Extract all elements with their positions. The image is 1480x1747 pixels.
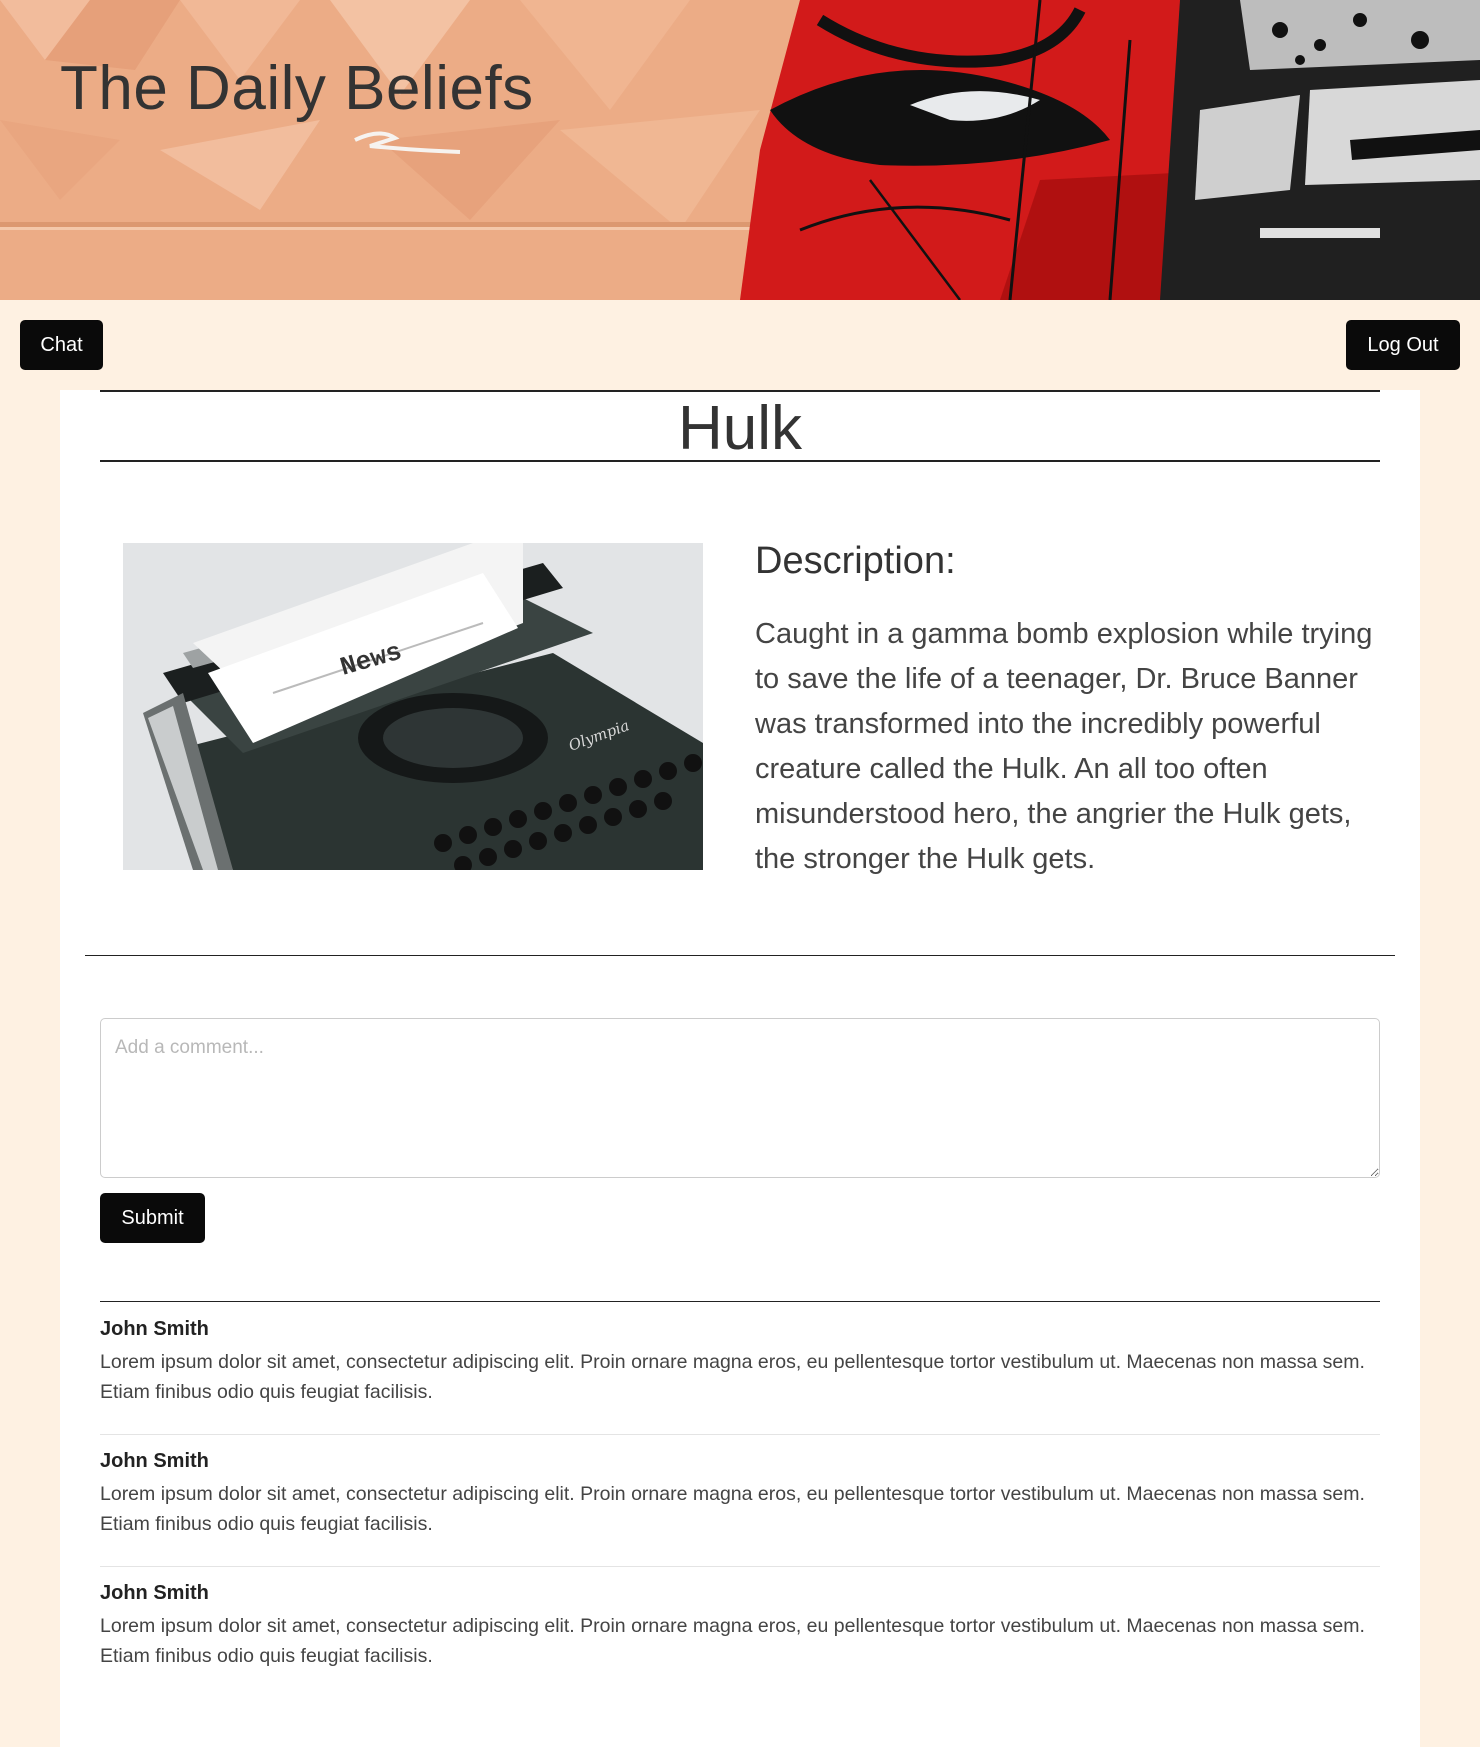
comments-divider bbox=[100, 1301, 1380, 1302]
article-title: Hulk bbox=[677, 394, 803, 463]
comment-author: John Smith bbox=[100, 1450, 209, 1472]
comment-author: John Smith bbox=[100, 1582, 209, 1604]
comment-item: John Smith Lorem ipsum dolor sit amet, c… bbox=[100, 1567, 1380, 1699]
submit-button[interactable]: Submit bbox=[100, 1193, 205, 1243]
header-banner: The Daily Beliefs bbox=[0, 0, 1480, 300]
comment-item: John Smith Lorem ipsum dolor sit amet, c… bbox=[100, 1303, 1380, 1435]
title-bottom-divider bbox=[100, 460, 1380, 462]
comment-item: John Smith Lorem ipsum dolor sit amet, c… bbox=[100, 1435, 1380, 1567]
article-card: Hulk News Olympia Description: Caught in… bbox=[60, 390, 1420, 1747]
article-image: News Olympia bbox=[123, 543, 703, 870]
comment-body: Lorem ipsum dolor sit amet, consectetur … bbox=[100, 1483, 1365, 1535]
comment-body: Lorem ipsum dolor sit amet, consectetur … bbox=[100, 1351, 1365, 1403]
description-heading: Description: bbox=[755, 540, 956, 582]
typewriter-image: News Olympia bbox=[123, 543, 703, 870]
description-text: Caught in a gamma bomb explosion while t… bbox=[755, 618, 1373, 875]
comment-input[interactable] bbox=[100, 1018, 1380, 1178]
title-top-divider bbox=[100, 390, 1380, 392]
site-title: The Daily Beliefs bbox=[60, 54, 534, 123]
comment-author: John Smith bbox=[100, 1318, 209, 1340]
chat-button[interactable]: Chat bbox=[20, 320, 103, 370]
banner-graffiti-image bbox=[0, 0, 1480, 300]
log-out-button[interactable]: Log Out bbox=[1346, 320, 1460, 370]
comment-list: John Smith Lorem ipsum dolor sit amet, c… bbox=[100, 1303, 1380, 1699]
section-divider bbox=[85, 955, 1395, 956]
comment-body: Lorem ipsum dolor sit amet, consectetur … bbox=[100, 1615, 1365, 1667]
